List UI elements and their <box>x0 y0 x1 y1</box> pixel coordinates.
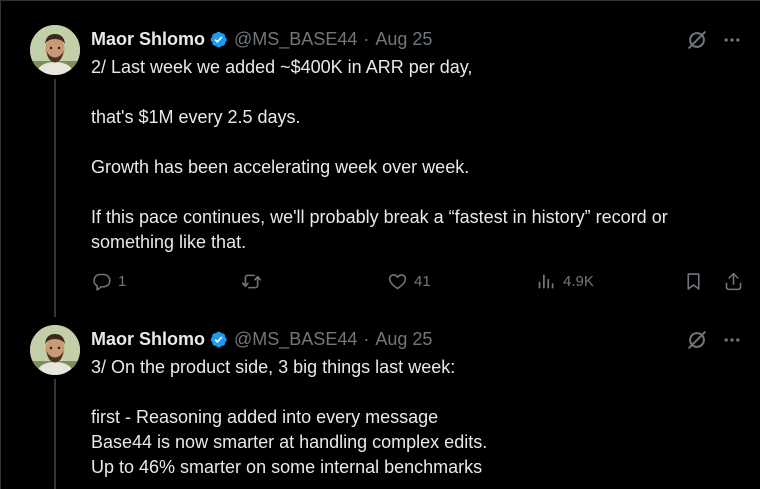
tweet-paragraph: If this pace continues, we'll probably b… <box>91 207 668 252</box>
thread-line <box>54 79 56 317</box>
retweet-icon <box>241 274 262 289</box>
verified-badge-icon <box>209 330 228 349</box>
avatar[interactable] <box>30 25 80 75</box>
author-name[interactable]: Maor Shlomo <box>91 29 205 50</box>
author-handle[interactable]: @MS_BASE44 <box>234 329 357 350</box>
views-icon <box>538 274 554 289</box>
bookmark-icon <box>687 273 700 290</box>
like-count: 41 <box>414 273 431 290</box>
views-count: 4.9K <box>563 273 594 290</box>
tweet-paragraph: 2/ Last week we added ~$400K in ARR per … <box>91 57 473 77</box>
retweet-button[interactable] <box>241 271 268 292</box>
bookmark-button[interactable] <box>683 271 704 292</box>
grok-icon[interactable] <box>686 29 708 51</box>
reply-icon <box>93 273 111 291</box>
heart-icon <box>388 274 407 290</box>
grok-icon[interactable] <box>686 329 708 351</box>
views-button[interactable]: 4.9K <box>536 271 594 292</box>
tweet[interactable]: Maor Shlomo @MS_BASE44 · Aug 25 <box>1 13 760 317</box>
header-separator: · <box>363 328 370 349</box>
tweet-date[interactable]: Aug 25 <box>375 29 432 50</box>
author-name[interactable]: Maor Shlomo <box>91 329 205 350</box>
tweet-header: Maor Shlomo @MS_BASE44 · Aug 25 <box>91 27 432 51</box>
thread-line <box>54 379 56 489</box>
tweet-top-icons <box>686 329 742 351</box>
reply-count: 1 <box>118 273 127 290</box>
tweet-date[interactable]: Aug 25 <box>375 329 432 350</box>
more-options-icon[interactable] <box>722 330 742 350</box>
share-button[interactable] <box>723 271 744 292</box>
share-icon <box>725 272 742 291</box>
tweet-paragraph: first - Reasoning added into every messa… <box>91 407 488 477</box>
tweet-text: 3/ On the product side, 3 big things las… <box>91 355 741 480</box>
like-button[interactable]: 41 <box>387 271 431 292</box>
tweet[interactable]: Maor Shlomo @MS_BASE44 · Aug 25 <box>1 313 760 489</box>
reply-button[interactable]: 1 <box>91 271 126 292</box>
author-handle[interactable]: @MS_BASE44 <box>234 29 357 50</box>
tweet-top-icons <box>686 29 742 51</box>
tweet-header: Maor Shlomo @MS_BASE44 · Aug 25 <box>91 327 432 351</box>
avatar[interactable] <box>30 325 80 375</box>
timeline: Maor Shlomo @MS_BASE44 · Aug 25 2/ Last … <box>0 0 760 489</box>
tweet-paragraph: 3/ On the product side, 3 big things las… <box>91 357 456 377</box>
tweet-paragraph: that's $1M every 2.5 days. <box>91 107 301 127</box>
verified-badge-icon <box>209 30 228 49</box>
tweet-actions: 1 41 4.9K <box>91 271 751 295</box>
tweet-text: 2/ Last week we added ~$400K in ARR per … <box>91 55 741 255</box>
header-separator: · <box>363 28 370 49</box>
more-options-icon[interactable] <box>722 30 742 50</box>
tweet-paragraph: Growth has been accelerating week over w… <box>91 157 470 177</box>
